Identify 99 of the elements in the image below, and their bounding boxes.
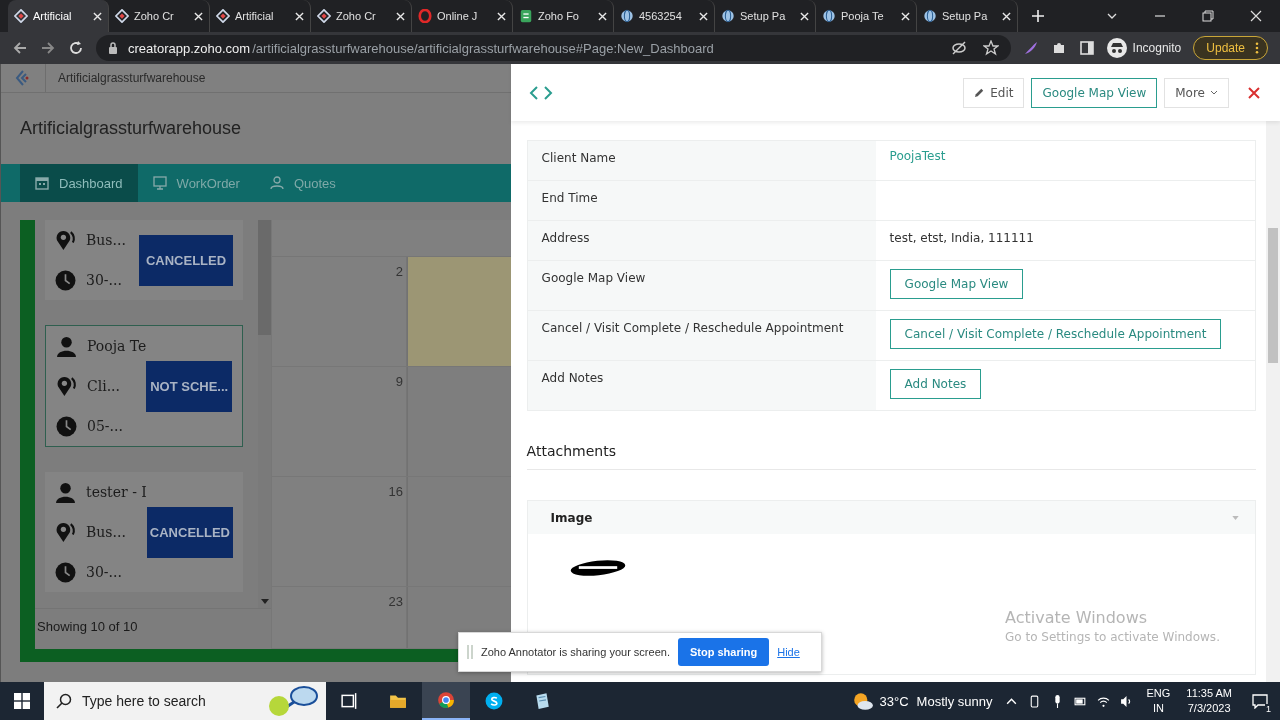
- search-icon: [56, 693, 72, 709]
- appointment-card[interactable]: tester - I Bus... 30-... CANCELLED: [45, 472, 243, 592]
- field-label: Google Map View: [541, 271, 646, 285]
- ring-icon: [418, 9, 432, 23]
- action-button[interactable]: Google Map View: [889, 269, 1024, 299]
- scrollbar-thumb[interactable]: [1268, 228, 1278, 363]
- activation-subtitle: Go to Settings to activate Windows.: [1005, 630, 1220, 644]
- wifi-icon[interactable]: [1097, 694, 1111, 708]
- field-label: Address: [541, 231, 590, 245]
- appointment-card[interactable]: Bus... 30-... CANCELLED: [45, 220, 243, 300]
- calendar-date: 23: [388, 594, 403, 610]
- time-text: 30-...: [86, 564, 122, 580]
- field-label: Cancel / Visit Complete / Reschedule Appointment: [541, 321, 844, 335]
- action-button[interactable]: Cancel / Visit Complete / Reschedule Appointment: [889, 319, 1222, 349]
- incognito-icon: [1106, 38, 1127, 58]
- field-label: End Time: [541, 191, 598, 205]
- scroll-down-icon[interactable]: [261, 599, 269, 604]
- sidebar-icon[interactable]: [1078, 40, 1095, 56]
- field-label: Add Notes: [541, 371, 604, 385]
- update-button[interactable]: Update: [1193, 36, 1268, 60]
- calendar-cell[interactable]: [407, 257, 511, 366]
- stop-sharing-button[interactable]: Stop sharing: [677, 638, 770, 666]
- person-icon: [56, 335, 77, 357]
- kebab-menu-icon: [1255, 42, 1259, 54]
- notification-count: 1: [1265, 704, 1272, 714]
- location-pin-icon: [55, 229, 76, 251]
- location-pin-icon: [56, 375, 77, 397]
- restore-icon[interactable]: [1202, 10, 1214, 22]
- code-brackets-icon[interactable]: [528, 84, 553, 101]
- time-text: 30-...: [86, 272, 122, 288]
- hide-link[interactable]: Hide: [777, 646, 800, 658]
- caret-icon: [1210, 90, 1218, 95]
- person-icon: [269, 176, 284, 190]
- location-text: Cli...: [87, 378, 121, 394]
- globe-icon: [923, 9, 937, 23]
- map-view-button[interactable]: Google Map View: [1031, 77, 1158, 108]
- diamond-icon: [216, 9, 230, 23]
- image-section-header[interactable]: Image: [527, 501, 1255, 534]
- globe-icon: [721, 9, 735, 23]
- clock-display[interactable]: 11:35 AM 7/3/2023: [1186, 686, 1232, 716]
- language-indicator[interactable]: ENG IN: [1146, 686, 1171, 716]
- more-button[interactable]: More: [1164, 77, 1229, 108]
- address-field[interactable]: creatorapp.zoho.com/artificialgrassturfwarehouse/artificialgrassturfwarehouse#Page:New_Dashboard: [96, 35, 1011, 61]
- sharing-message: Zoho Annotator is sharing your screen.: [481, 646, 670, 658]
- location-pin-icon: [55, 521, 76, 543]
- windows-start-icon[interactable]: [14, 693, 30, 709]
- calendar-icon: [35, 176, 49, 190]
- reload-icon[interactable]: [68, 40, 84, 56]
- activation-title: Activate Windows: [1005, 608, 1149, 627]
- drag-handle-icon[interactable]: [467, 645, 473, 659]
- status-badge: CANCELLED: [139, 234, 233, 286]
- globe-icon: [620, 9, 634, 23]
- field-value: test, etst, India, 111111: [889, 231, 1034, 245]
- lock-icon: [108, 42, 118, 54]
- pencil-icon: [974, 87, 986, 98]
- new-tab-icon[interactable]: [1032, 10, 1044, 22]
- forward-arrow-icon[interactable]: [40, 40, 56, 56]
- status-badge: CANCELLED: [146, 506, 233, 558]
- diamond-icon: [14, 9, 28, 23]
- result-count: Showing 10 of 10: [35, 608, 271, 649]
- clock-icon: [55, 561, 76, 583]
- appointment-card[interactable]: Pooja Te Cli... 05-... NOT SCHE...: [45, 325, 243, 447]
- star-icon[interactable]: [982, 40, 999, 56]
- action-button[interactable]: Add Notes: [889, 369, 982, 399]
- eye-slash-icon[interactable]: [950, 40, 967, 56]
- clock-icon: [55, 269, 76, 291]
- scrollbar[interactable]: [1266, 121, 1280, 682]
- weather-text: Mostly sunny: [916, 693, 993, 709]
- calendar-date: 16: [388, 484, 403, 500]
- diamond-icon: [317, 9, 331, 23]
- form-icon: [519, 9, 533, 23]
- calendar-date: 2: [395, 264, 403, 280]
- browser-icon[interactable]: [422, 682, 470, 720]
- incognito-badge[interactable]: Incognito: [1106, 38, 1182, 58]
- edit-button[interactable]: Edit: [963, 77, 1025, 108]
- calendar-date: 9: [395, 374, 403, 390]
- section-heading: Attachments: [526, 443, 616, 459]
- section-title: Image: [550, 510, 593, 525]
- globe-icon: [822, 9, 836, 23]
- time-text: 05-...: [87, 418, 123, 434]
- temperature: 33°C: [879, 693, 909, 709]
- diamond-icon: [115, 9, 129, 23]
- location-text: Bus...: [86, 524, 126, 540]
- person-icon: [55, 481, 76, 503]
- taskbar-search-field[interactable]: Type here to search: [44, 682, 326, 720]
- app-title: Artificialgrassturfwarehouse: [20, 118, 242, 139]
- field-label: Client Name: [541, 151, 616, 165]
- app-name: Artificialgrassturfwarehouse: [45, 64, 206, 92]
- monitor-icon: [152, 176, 167, 190]
- location-text: Bus...: [86, 232, 126, 248]
- client-name: Pooja Te: [87, 338, 147, 354]
- nav-tab[interactable]: Dashboard: [20, 164, 138, 202]
- clock-icon: [56, 415, 77, 437]
- browser-tab[interactable]: Artificial: [8, 0, 109, 32]
- back-arrow-icon[interactable]: [12, 40, 28, 56]
- feather-icon[interactable]: [1022, 40, 1039, 56]
- client-name: tester - I: [86, 484, 147, 500]
- status-badge: NOT SCHE...: [146, 360, 232, 412]
- weather-icon[interactable]: [851, 690, 874, 712]
